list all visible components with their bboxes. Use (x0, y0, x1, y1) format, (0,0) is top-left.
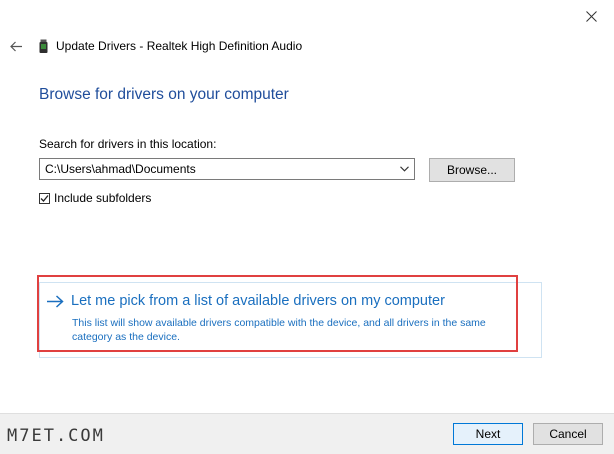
next-button[interactable]: Next (453, 423, 523, 445)
include-subfolders-checkbox[interactable] (39, 192, 50, 204)
pick-from-list-title[interactable]: Let me pick from a list of available dri… (71, 293, 445, 309)
device-icon (38, 38, 48, 54)
back-arrow-icon (9, 41, 22, 51)
arrow-right-icon (46, 294, 64, 308)
watermark: M7ET.COM (7, 426, 105, 446)
update-drivers-dialog: Update Drivers - Realtek High Definition… (0, 0, 614, 454)
page-heading: Browse for drivers on your computer (39, 86, 289, 103)
pick-from-list-link[interactable]: Let me pick from a list of available dri… (46, 293, 445, 309)
browse-button[interactable]: Browse... (429, 158, 515, 182)
search-location-combobox[interactable]: C:\Users\ahmad\Documents (39, 158, 415, 180)
search-location-label: Search for drivers in this location: (39, 137, 217, 151)
close-button[interactable] (580, 6, 602, 26)
pick-from-list-description: This list will show available drivers co… (72, 317, 486, 343)
cancel-button[interactable]: Cancel (533, 423, 603, 445)
include-subfolders-label: Include subfolders (54, 191, 152, 205)
include-subfolders-option[interactable]: Include subfolders (39, 191, 151, 205)
dialog-header: Update Drivers - Realtek High Definition… (0, 34, 614, 58)
search-location-value: C:\Users\ahmad\Documents (45, 162, 196, 176)
back-button[interactable] (8, 38, 24, 54)
chevron-down-icon (399, 166, 409, 172)
dialog-footer: M7ET.COM Next Cancel (0, 413, 614, 454)
window-title: Update Drivers - Realtek High Definition… (56, 39, 303, 53)
checkmark-icon (40, 194, 49, 202)
combo-dropdown-button[interactable] (394, 159, 414, 179)
close-icon (585, 10, 597, 22)
